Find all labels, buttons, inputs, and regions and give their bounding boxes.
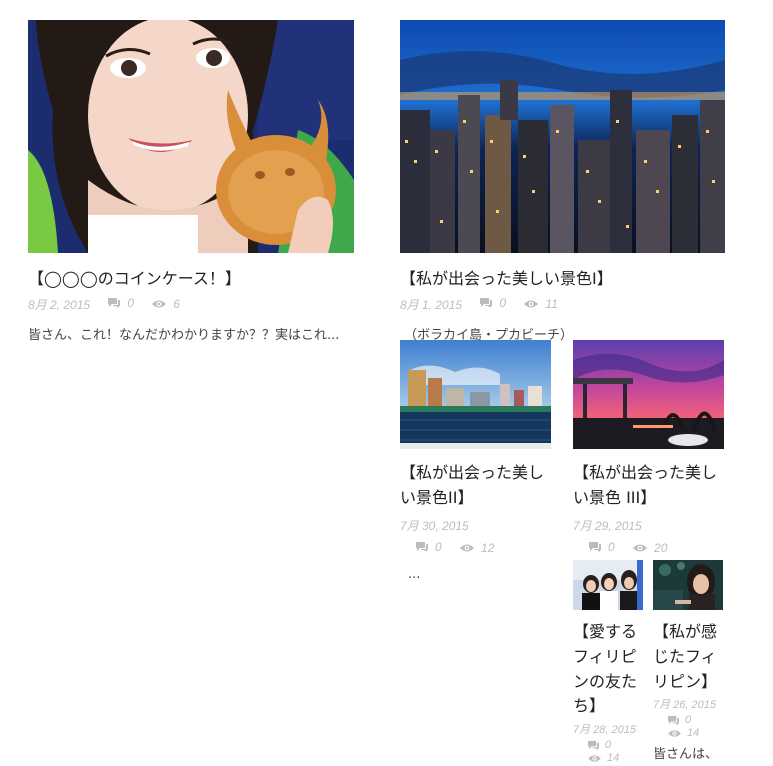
post-title-link[interactable]: 【◯◯◯のコインケース！】	[28, 267, 354, 292]
post-title-link[interactable]: 【私が出会った美しい景色 III】	[573, 461, 725, 511]
comment-count[interactable]: 0	[587, 739, 645, 752]
post-thumbnail-link[interactable]	[573, 340, 724, 449]
post-meta: 7月 29, 2015	[573, 517, 725, 534]
comment-count-value: 0	[685, 714, 692, 727]
post-meta: 7月 26, 2015	[653, 696, 725, 712]
comment-bubble-icon	[480, 297, 493, 308]
post-thumbnail-image	[28, 20, 354, 253]
eye-icon	[668, 730, 681, 738]
view-count-value: 20	[654, 540, 668, 555]
post-thumbnail-link[interactable]	[400, 340, 551, 449]
post-date: 8月 1, 2015	[400, 297, 463, 312]
eye-icon	[588, 755, 601, 762]
post-card: 【愛するフィリピンの友たち】 7月 28, 2015 0 14	[573, 560, 645, 765]
post-excerpt: ...	[408, 566, 421, 582]
post-card: 【私が出会った美しい景色Ⅰ】 8月 1, 2015 0 11 （ボラカイ島・プカ…	[400, 20, 725, 359]
post-date: 8月 2, 2015	[28, 297, 91, 312]
post-card: 【◯◯◯のコインケース！】 8月 2, 2015 0 6 皆さん、これ！なんだか…	[28, 20, 354, 359]
post-date: 7月 28, 2015	[573, 724, 636, 737]
comment-count[interactable]: 0	[667, 714, 725, 727]
comment-count[interactable]: 0	[479, 296, 506, 310]
post-date: 7月 26, 2015	[653, 699, 716, 712]
eye-icon	[152, 300, 167, 308]
view-count: 20	[632, 541, 667, 555]
post-thumbnail-image	[573, 560, 643, 610]
post-date: 7月 29, 2015	[573, 518, 642, 533]
post-card: 【私が出会った美しい景色 III】 7月 29, 2015 0 20	[573, 340, 725, 556]
comment-bubble-icon	[589, 541, 601, 552]
post-thumbnail-image	[400, 20, 725, 253]
view-count: 6	[151, 297, 180, 311]
comment-count[interactable]: 0	[107, 296, 134, 310]
comment-count-value: 0	[608, 539, 615, 554]
post-stats: 0 14	[667, 714, 725, 740]
post-thumbnail-link[interactable]	[28, 20, 354, 253]
post-meta: 8月 1, 2015 0 11	[400, 296, 725, 313]
post-meta: 7月 30, 2015	[400, 517, 552, 534]
post-card: 【私が感じたフィリピン】 7月 26, 2015 0 14 皆さんは、	[653, 560, 725, 766]
post-stats: 0 20	[588, 540, 725, 556]
post-card: 【私が出会った美しい景色II】 7月 30, 2015 0 12 ...	[400, 340, 552, 598]
view-count-value: 14	[607, 752, 620, 765]
post-title-link[interactable]: 【私が出会った美しい景色Ⅰ】	[400, 267, 725, 292]
comment-count[interactable]: 0	[415, 540, 442, 554]
comment-bubble-icon	[416, 541, 428, 552]
eye-icon	[460, 544, 475, 552]
post-stats: 0 14	[587, 739, 645, 765]
post-thumbnail-image	[653, 560, 723, 610]
post-title-link[interactable]: 【私が感じたフィリピン】	[653, 620, 725, 694]
view-count-value: 12	[481, 540, 495, 555]
eye-icon	[524, 300, 539, 308]
post-thumbnail-link[interactable]	[573, 560, 643, 610]
comment-count-value: 0	[435, 539, 442, 554]
view-count-value: 11	[545, 296, 558, 311]
view-count: 12	[459, 541, 494, 555]
post-title-link[interactable]: 【私が出会った美しい景色II】	[400, 461, 552, 511]
comment-bubble-icon	[668, 716, 679, 726]
view-count: 14	[587, 752, 645, 765]
post-title-link[interactable]: 【愛するフィリピンの友たち】	[573, 620, 645, 719]
post-excerpt: 皆さん、これ！なんだかわかりますか？？実はこれ...	[28, 327, 340, 343]
comment-count[interactable]: 0	[588, 540, 615, 554]
comment-count-value: 0	[499, 295, 507, 310]
comment-count-value: 0	[605, 739, 612, 752]
post-thumbnail-image	[400, 340, 551, 449]
blog-post-grid: 【◯◯◯のコインケース！】 8月 2, 2015 0 6 皆さん、これ！なんだか…	[0, 0, 773, 766]
view-count-value: 6	[173, 296, 181, 311]
post-stats: 0 12	[415, 540, 552, 556]
eye-icon	[633, 544, 648, 552]
comment-bubble-icon	[108, 297, 121, 308]
view-count: 14	[667, 727, 725, 740]
post-thumbnail-link[interactable]	[400, 20, 725, 253]
view-count: 11	[523, 296, 558, 311]
post-meta: 8月 2, 2015 0 6	[28, 296, 354, 313]
post-excerpt: 皆さんは、	[653, 747, 719, 763]
post-thumbnail-image	[573, 340, 724, 449]
comment-count-value: 0	[127, 295, 135, 310]
post-date: 7月 30, 2015	[400, 518, 469, 533]
post-meta: 7月 28, 2015	[573, 721, 645, 737]
comment-bubble-icon	[588, 741, 599, 751]
view-count-value: 14	[687, 727, 700, 740]
post-thumbnail-link[interactable]	[653, 560, 723, 610]
